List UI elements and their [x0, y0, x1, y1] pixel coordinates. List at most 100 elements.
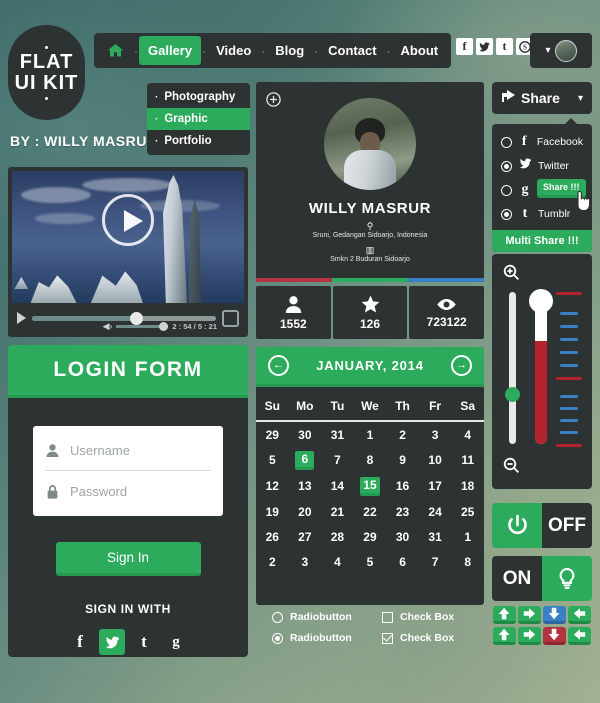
- facebook-icon[interactable]: f: [456, 38, 473, 55]
- radio-icon[interactable]: [501, 184, 512, 196]
- user-avatar-button[interactable]: ▾: [530, 33, 592, 68]
- calendar-day[interactable]: 13: [295, 477, 314, 496]
- checkbox-icon[interactable]: [382, 611, 393, 623]
- arrow-up-button[interactable]: [493, 606, 516, 624]
- calendar-day-cell[interactable]: 8: [451, 549, 484, 574]
- calendar-day[interactable]: 4: [458, 425, 477, 444]
- calendar-day[interactable]: 7: [426, 552, 445, 571]
- twitter-icon[interactable]: [476, 38, 493, 55]
- calendar-day[interactable]: 1: [458, 527, 477, 546]
- calendar-day-cell[interactable]: 4: [451, 421, 484, 447]
- calendar-day-cell[interactable]: 30: [386, 524, 419, 549]
- stat-followers[interactable]: 1552: [256, 286, 331, 339]
- calendar-day[interactable]: 16: [393, 477, 412, 496]
- calendar-day-cell[interactable]: 25: [451, 499, 484, 524]
- video-player[interactable]: ◀› 2 : 54 / 5 : 21: [8, 167, 248, 337]
- facebook-icon[interactable]: f: [67, 629, 93, 655]
- calendar-day-cell[interactable]: 7: [321, 447, 354, 473]
- calendar-day-cell[interactable]: 21: [321, 499, 354, 524]
- calendar-day-cell[interactable]: 19: [256, 499, 289, 524]
- calendar-day-cell[interactable]: 30: [289, 421, 322, 447]
- plus-circle-icon[interactable]: [266, 92, 281, 112]
- share-button[interactable]: Share ▾: [492, 82, 592, 114]
- calendar-day[interactable]: 7: [328, 451, 347, 470]
- radio-icon-checked[interactable]: [272, 632, 283, 644]
- calendar-day[interactable]: 31: [328, 425, 347, 444]
- lightbulb-icon[interactable]: [542, 556, 592, 601]
- calendar-day-cell[interactable]: 27: [289, 524, 322, 549]
- checkbox-icon-checked[interactable]: [382, 632, 393, 644]
- multi-share-button[interactable]: Multi Share !!!: [492, 230, 592, 252]
- calendar-day[interactable]: 30: [393, 527, 412, 546]
- password-field[interactable]: Password: [45, 471, 211, 512]
- arrow-down-button[interactable]: [543, 627, 566, 645]
- calendar-day-cell[interactable]: 3: [289, 549, 322, 574]
- calendar-day-selected[interactable]: 6: [295, 451, 315, 470]
- calendar-day-cell[interactable]: 4: [321, 549, 354, 574]
- zoom-slider-track[interactable]: [505, 292, 520, 444]
- nav-item-video[interactable]: Video: [207, 36, 260, 65]
- calendar-day-cell[interactable]: 29: [256, 421, 289, 447]
- calendar-day[interactable]: 8: [458, 552, 477, 571]
- calendar-day-selected[interactable]: 15: [360, 477, 380, 496]
- volume-knob[interactable]: [159, 322, 169, 331]
- checkbox-option-2[interactable]: Check Box: [382, 632, 487, 644]
- arrow-right-button[interactable]: [518, 627, 541, 645]
- zoom-slider-handle[interactable]: [505, 387, 520, 402]
- checkbox-option-1[interactable]: Check Box: [382, 611, 487, 623]
- radio-icon[interactable]: [501, 136, 512, 148]
- calendar-day[interactable]: 8: [360, 451, 379, 470]
- calendar-day-cell[interactable]: 29: [354, 524, 387, 549]
- calendar-day[interactable]: 9: [393, 451, 412, 470]
- calendar-day[interactable]: 14: [328, 477, 347, 496]
- calendar-day[interactable]: 18: [458, 477, 477, 496]
- calendar-day[interactable]: 26: [263, 527, 282, 546]
- calendar-day-cell[interactable]: 6: [386, 549, 419, 574]
- calendar-day-cell[interactable]: 1: [451, 524, 484, 549]
- calendar-day-cell[interactable]: 13: [289, 473, 322, 499]
- video-progress-bar[interactable]: [32, 311, 216, 325]
- calendar-day-cell[interactable]: 31: [321, 421, 354, 447]
- calendar-day-cell[interactable]: 31: [419, 524, 452, 549]
- calendar-day-cell[interactable]: 20: [289, 499, 322, 524]
- calendar-day[interactable]: 30: [295, 425, 314, 444]
- dropdown-item-portfolio[interactable]: · Portfolio: [147, 130, 250, 152]
- power-icon[interactable]: [492, 503, 542, 548]
- share-option-facebook[interactable]: f Facebook: [492, 130, 592, 154]
- nav-item-gallery[interactable]: Gallery: [139, 36, 202, 65]
- calendar-day[interactable]: 1: [360, 425, 379, 444]
- calendar-day[interactable]: 3: [295, 552, 314, 571]
- stat-favorites[interactable]: 126: [332, 286, 408, 339]
- google-plus-icon[interactable]: g: [163, 629, 189, 655]
- calendar-day-cell[interactable]: 23: [386, 499, 419, 524]
- calendar-day[interactable]: 21: [328, 502, 347, 521]
- tumblr-icon[interactable]: t: [496, 38, 513, 55]
- calendar-day-cell[interactable]: 7: [419, 549, 452, 574]
- calendar-day[interactable]: 5: [263, 451, 282, 470]
- speaker-icon[interactable]: ◀›: [102, 321, 112, 332]
- zoom-in-icon[interactable]: [503, 264, 520, 286]
- calendar-next-button[interactable]: →: [451, 355, 472, 376]
- stat-views[interactable]: 723122: [409, 286, 485, 339]
- calendar-day-cell[interactable]: 11: [451, 447, 484, 473]
- calendar-day-cell[interactable]: 14: [321, 473, 354, 499]
- arrow-left-button[interactable]: [568, 627, 591, 645]
- light-toggle[interactable]: ON: [492, 556, 592, 601]
- nav-item-about[interactable]: About: [392, 36, 448, 65]
- calendar-day[interactable]: 11: [458, 451, 477, 470]
- calendar-day[interactable]: 23: [393, 502, 412, 521]
- calendar-day[interactable]: 22: [360, 502, 379, 521]
- calendar-prev-button[interactable]: ←: [268, 355, 289, 376]
- calendar-day[interactable]: 19: [263, 502, 282, 521]
- power-toggle[interactable]: OFF: [492, 503, 592, 548]
- play-icon[interactable]: [17, 312, 26, 324]
- calendar-day[interactable]: 2: [263, 552, 282, 571]
- calendar-day[interactable]: 10: [425, 451, 444, 470]
- calendar-day[interactable]: 25: [458, 502, 477, 521]
- calendar-day[interactable]: 20: [295, 502, 314, 521]
- calendar-day-cell[interactable]: 24: [419, 499, 452, 524]
- calendar-day[interactable]: 3: [426, 425, 445, 444]
- calendar-day[interactable]: 31: [425, 527, 444, 546]
- calendar-day-cell[interactable]: 3: [419, 421, 452, 447]
- calendar-day[interactable]: 5: [360, 552, 379, 571]
